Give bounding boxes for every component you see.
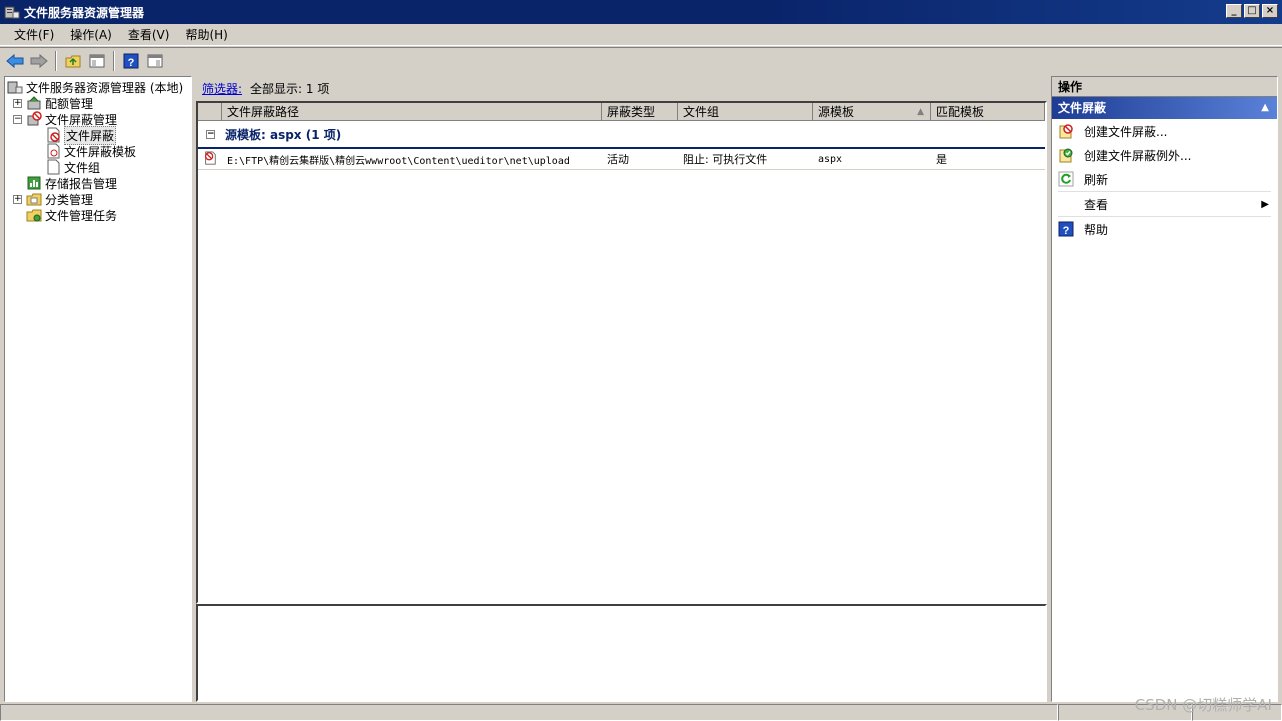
cell-screen-type: 活动: [607, 153, 629, 166]
collapse-icon[interactable]: −: [13, 114, 22, 124]
actions-header: 操作: [1052, 77, 1277, 97]
status-bar: [0, 704, 1282, 721]
file-screen-icon: [47, 127, 60, 143]
classification-icon: [26, 193, 42, 206]
create-exception-icon: [1059, 148, 1073, 163]
collapse-icon[interactable]: −: [206, 129, 215, 139]
tree-item-file-management-tasks[interactable]: 文件管理任务: [5, 207, 191, 223]
tree-root-label: 文件服务器资源管理器 (本地): [26, 80, 184, 95]
file-server-icon: [4, 4, 20, 20]
column-header-icon: [198, 103, 222, 121]
menu-view[interactable]: 查看(V): [120, 24, 178, 46]
group-label: 源模板: aspx (1 项): [225, 127, 342, 142]
cell-path: E:\FTP\精创云集群版\精创云wwwroot\Content\ueditor…: [227, 155, 570, 167]
menu-file[interactable]: 文件(F): [6, 24, 62, 46]
close-button[interactable]: ×: [1262, 4, 1278, 18]
quota-icon: [27, 96, 41, 110]
file-management-task-icon: [26, 209, 42, 222]
tree-root[interactable]: 文件服务器资源管理器 (本地): [5, 79, 191, 95]
cell-match-template: 是: [936, 153, 947, 166]
status-segment: [0, 704, 1058, 721]
column-header-match-template[interactable]: 匹配模板: [931, 103, 1045, 121]
menu-bar: 文件(F) 操作(A) 查看(V) 帮助(H): [0, 24, 1282, 46]
action-help[interactable]: ? 帮助: [1052, 217, 1277, 241]
column-header-row: 文件屏蔽路径 屏蔽类型 文件组 源模板 ▲ 匹配模板: [198, 103, 1045, 121]
tree-item-file-screens[interactable]: 文件屏蔽: [5, 125, 191, 145]
cell-file-group: 阻止: 可执行文件: [683, 153, 768, 166]
storage-report-icon: [27, 176, 41, 190]
action-create-file-screen[interactable]: 创建文件屏蔽...: [1052, 119, 1277, 143]
expand-icon[interactable]: +: [13, 98, 22, 108]
menu-help[interactable]: 帮助(H): [177, 24, 235, 46]
help-icon: ?: [1058, 221, 1074, 237]
console-tree: 文件服务器资源管理器 (本地) + 配额管理 − 文件屏蔽管理 文件屏蔽 文件屏…: [4, 76, 192, 702]
table-row[interactable]: E:\FTP\精创云集群版\精创云wwwroot\Content\ueditor…: [198, 149, 1045, 170]
results-pane: 筛选器: 全部显示: 1 项 文件屏蔽路径 屏蔽类型 文件组 源模板 ▲ 匹配模板…: [196, 76, 1047, 604]
filter-status: 全部显示: 1 项: [250, 81, 330, 96]
expand-icon[interactable]: +: [13, 194, 22, 204]
filter-bar: 筛选器: 全部显示: 1 项: [196, 76, 1047, 100]
tree-item-file-screen-templates[interactable]: 文件屏蔽模板: [5, 143, 191, 159]
column-header-file-group[interactable]: 文件组: [678, 103, 813, 121]
window-title: 文件服务器资源管理器: [24, 5, 145, 20]
watermark: CSDN @切糕师学AI: [1134, 696, 1272, 714]
group-header[interactable]: − 源模板: aspx (1 项): [198, 121, 1045, 149]
tree-item-classification-management[interactable]: + 分类管理: [5, 191, 191, 207]
forward-arrow-icon[interactable]: [28, 50, 50, 72]
detail-pane: [196, 604, 1047, 702]
column-header-screen-type[interactable]: 屏蔽类型: [602, 103, 678, 121]
file-screen-management-icon: [27, 111, 42, 126]
svg-text:?: ?: [128, 57, 135, 69]
column-header-path[interactable]: 文件屏蔽路径: [222, 103, 602, 121]
tree-item-storage-reports[interactable]: 存储报告管理: [5, 175, 191, 191]
maximize-button[interactable]: □: [1244, 4, 1260, 18]
toolbar-separator: [113, 50, 115, 71]
cell-source-template: aspx: [818, 153, 843, 165]
file-screen-template-icon: [47, 143, 60, 159]
file-screen-list[interactable]: 文件屏蔽路径 屏蔽类型 文件组 源模板 ▲ 匹配模板 − 源模板: aspx (1…: [196, 101, 1047, 604]
file-screen-icon: [198, 150, 222, 168]
actions-section-header[interactable]: 文件屏蔽 ▲: [1052, 97, 1277, 119]
submenu-arrow-icon: ▶: [1261, 198, 1269, 210]
collapse-section-icon[interactable]: ▲: [1261, 97, 1269, 119]
tree-item-quota-management[interactable]: + 配额管理: [5, 95, 191, 111]
back-arrow-icon[interactable]: [4, 50, 26, 72]
show-hide-action-pane-icon[interactable]: [144, 50, 166, 72]
sort-ascending-icon: ▲: [917, 107, 924, 117]
file-group-icon: [47, 159, 60, 175]
action-view[interactable]: 查看 ▶: [1052, 192, 1277, 216]
toolbar: ?: [0, 47, 1282, 73]
toolbar-separator: [55, 50, 57, 71]
create-file-screen-icon: [1059, 124, 1073, 139]
menu-action[interactable]: 操作(A): [62, 24, 120, 46]
show-hide-tree-icon[interactable]: [86, 50, 108, 72]
file-server-icon: [7, 81, 23, 94]
actions-pane: 操作 文件屏蔽 ▲ 创建文件屏蔽... 创建文件屏蔽例外... 刷新 查看 ▶ …: [1051, 76, 1278, 702]
title-bar: 文件服务器资源管理器 _ □ ×: [0, 0, 1282, 24]
help-icon[interactable]: ?: [120, 50, 142, 72]
action-create-file-screen-exception[interactable]: 创建文件屏蔽例外...: [1052, 143, 1277, 167]
action-refresh[interactable]: 刷新: [1052, 167, 1277, 191]
tree-item-file-groups[interactable]: 文件组: [5, 159, 191, 175]
svg-text:?: ?: [1063, 225, 1070, 237]
refresh-icon: [1058, 171, 1074, 187]
minimize-button[interactable]: _: [1226, 4, 1242, 18]
column-header-source-template[interactable]: 源模板 ▲: [813, 103, 931, 121]
up-folder-icon[interactable]: [62, 50, 84, 72]
filter-link[interactable]: 筛选器:: [202, 80, 242, 97]
